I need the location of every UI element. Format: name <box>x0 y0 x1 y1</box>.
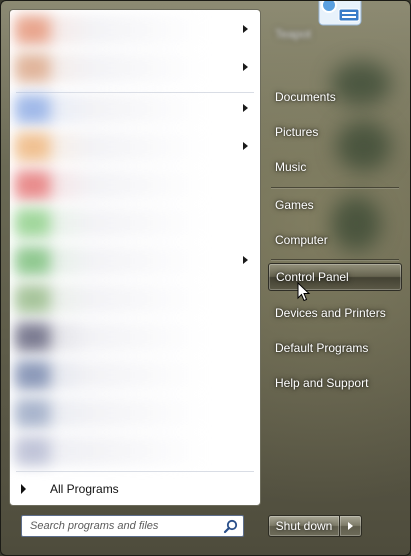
submenu-arrow-icon[interactable] <box>243 142 248 150</box>
program-icon <box>16 400 50 426</box>
all-programs-button[interactable]: All Programs <box>10 475 260 503</box>
program-icon <box>16 286 50 312</box>
programs-pane: All Programs <box>9 9 261 506</box>
devices-and-printers-link[interactable]: Devices and Printers <box>268 299 402 327</box>
program-icon <box>16 134 50 160</box>
program-icon <box>16 210 50 236</box>
program-item[interactable] <box>12 356 260 394</box>
triangle-right-icon <box>21 484 26 494</box>
program-item[interactable] <box>12 242 260 280</box>
program-icon <box>16 438 50 464</box>
right-separator <box>271 187 399 188</box>
games-link[interactable]: Games <box>268 191 402 219</box>
program-icon <box>16 362 50 388</box>
documents-link[interactable]: Documents <box>268 83 402 111</box>
program-item[interactable] <box>12 128 260 166</box>
search-input[interactable] <box>22 516 217 536</box>
right-separator <box>271 259 399 260</box>
submenu-arrow-icon[interactable] <box>243 63 248 71</box>
user-picture-icon[interactable] <box>313 0 369 31</box>
program-item[interactable] <box>12 90 260 128</box>
username-label[interactable]: Teapot <box>275 27 311 41</box>
program-item[interactable] <box>12 166 260 204</box>
start-menu: All Programs Teapot Documents Pictures M… <box>0 0 411 556</box>
submenu-arrow-icon[interactable] <box>243 104 248 112</box>
music-link[interactable]: Music <box>268 153 402 181</box>
shutdown-button[interactable]: Shut down <box>268 515 340 537</box>
program-icon <box>16 324 50 350</box>
control-panel-link[interactable]: Control Panel <box>268 263 402 291</box>
program-item[interactable] <box>12 204 260 242</box>
submenu-arrow-icon[interactable] <box>243 25 248 33</box>
program-item[interactable] <box>12 318 260 356</box>
submenu-arrow-icon[interactable] <box>243 256 248 264</box>
all-programs-label: All Programs <box>50 482 119 496</box>
program-item[interactable] <box>12 11 260 49</box>
mouse-cursor-icon <box>297 282 311 302</box>
all-programs-separator <box>16 471 254 472</box>
triangle-right-icon <box>348 522 353 530</box>
program-icon <box>16 17 50 43</box>
program-icon <box>16 172 50 198</box>
shutdown-options-button[interactable] <box>340 515 362 537</box>
search-icon[interactable] <box>223 519 238 534</box>
program-icon <box>16 96 50 122</box>
program-item[interactable] <box>12 280 260 318</box>
computer-link[interactable]: Computer <box>268 226 402 254</box>
program-item[interactable] <box>12 49 260 87</box>
program-item[interactable] <box>12 432 260 470</box>
program-icon <box>16 55 50 81</box>
search-box[interactable] <box>21 515 244 537</box>
help-and-support-link[interactable]: Help and Support <box>268 369 402 397</box>
program-icon <box>16 248 50 274</box>
program-item[interactable] <box>12 394 260 432</box>
default-programs-link[interactable]: Default Programs <box>268 334 402 362</box>
pictures-link[interactable]: Pictures <box>268 118 402 146</box>
